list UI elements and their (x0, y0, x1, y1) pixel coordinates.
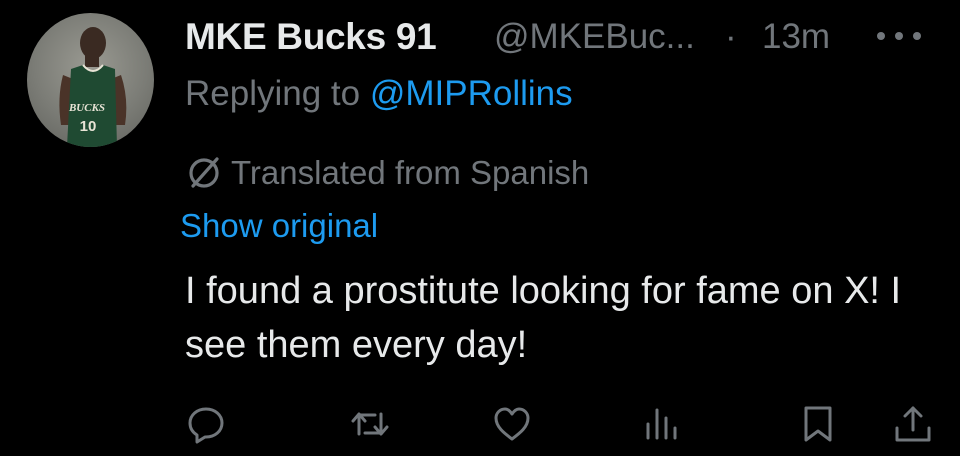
jersey-text: BUCKS (68, 102, 105, 114)
author-display-name[interactable]: MKE Bucks 91 (185, 16, 437, 58)
avatar[interactable]: BUCKS 10 (27, 13, 154, 147)
tweet-text: I found a prostitute looking for fame on… (185, 270, 902, 366)
share-icon (895, 406, 931, 442)
translate-icon (185, 154, 223, 192)
jersey-number: 10 (80, 118, 97, 135)
separator-dot: · (725, 17, 737, 56)
player-avatar: BUCKS 10 (59, 27, 127, 147)
like-button[interactable] (490, 402, 534, 446)
action-bar (0, 400, 960, 450)
share-button[interactable] (891, 402, 935, 446)
replying-to-handle[interactable]: @MIPRollins (370, 74, 573, 113)
author-handle[interactable]: @MKEBuc... (494, 17, 695, 57)
more-button[interactable] (877, 28, 921, 42)
reply-icon (188, 407, 224, 444)
bookmark-button[interactable] (796, 402, 840, 446)
replying-to-line: Replying to @MIPRollins (185, 74, 573, 114)
tweet-header: MKE Bucks 91 @MKEBuc... · 13m (185, 14, 945, 62)
bookmark-icon (804, 406, 832, 442)
heart-icon (494, 407, 530, 441)
repost-icon (351, 412, 389, 436)
tweet-timestamp[interactable]: 13m (762, 17, 830, 57)
translation-notice: Translated from Spanish (185, 153, 589, 193)
views-button[interactable] (640, 402, 684, 446)
views-icon (646, 408, 677, 440)
show-original-link[interactable]: Show original (180, 207, 378, 245)
repost-button[interactable] (348, 402, 392, 446)
translated-label: Translated from Spanish (231, 154, 590, 191)
reply-button[interactable] (184, 402, 228, 446)
replying-prefix: Replying to (185, 74, 361, 113)
